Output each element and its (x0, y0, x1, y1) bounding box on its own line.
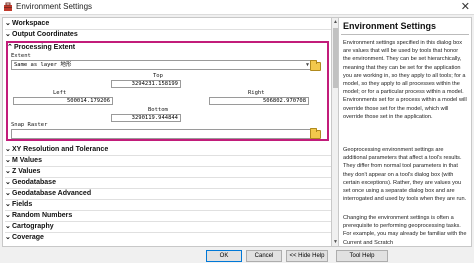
section-label: Workspace (12, 20, 50, 27)
settings-pane[interactable]: ⌄Workspace ⌄Output Coordinates ⌃Processi… (2, 17, 332, 247)
ok-button[interactable]: OK (206, 250, 242, 262)
right-input[interactable]: 506802.970708 (209, 97, 309, 105)
extent-value: Same as layer 地形 (14, 62, 72, 68)
left-input[interactable]: 500014.179206 (13, 97, 113, 105)
section-coverage[interactable]: ⌄Coverage (5, 233, 44, 243)
divider (5, 232, 331, 233)
section-workspace[interactable]: ⌄Workspace (5, 19, 49, 29)
hide-help-button[interactable]: << Hide Help (286, 250, 328, 262)
divider (341, 34, 469, 35)
help-title: Environment Settings (343, 21, 437, 31)
chevron-down-icon: ⌄ (5, 201, 11, 208)
section-label: Cartography (12, 223, 54, 230)
extent-dropdown[interactable]: Same as layer 地形 ▼ (11, 60, 311, 70)
chevron-down-icon: ⌄ (5, 31, 11, 38)
section-label: Z Values (12, 168, 41, 175)
snap-raster-label: Snap Raster (11, 122, 48, 128)
chevron-down-icon: ⌄ (5, 168, 11, 175)
chevron-down-icon: ⌄ (5, 190, 11, 197)
section-label: Random Numbers (12, 212, 73, 219)
top-input[interactable]: 3294231.158199 (111, 80, 181, 88)
divider (5, 155, 331, 156)
chevron-down-icon: ⌄ (5, 146, 11, 153)
section-label: XY Resolution and Tolerance (12, 146, 109, 153)
section-geodatabase[interactable]: ⌄Geodatabase (5, 178, 56, 188)
help-paragraph: Geoprocessing environment settings are a… (343, 147, 467, 203)
chevron-down-icon: ⌄ (5, 223, 11, 230)
chevron-up-icon: ⌃ (7, 44, 13, 51)
section-processing-extent[interactable]: ⌃Processing Extent (7, 43, 75, 53)
divider (5, 166, 331, 167)
toolbox-icon (4, 2, 12, 11)
section-label: Processing Extent (14, 44, 76, 51)
section-m-values[interactable]: ⌄M Values (5, 156, 42, 166)
left-label: Left (53, 90, 67, 96)
top-label: Top (153, 73, 163, 79)
section-cartography[interactable]: ⌄Cartography (5, 222, 54, 232)
chevron-down-icon: ⌄ (5, 212, 11, 219)
snap-raster-dropdown[interactable] (11, 129, 311, 139)
right-label: Right (248, 90, 265, 96)
section-label: Coverage (12, 234, 44, 241)
section-label: M Values (12, 157, 42, 164)
section-label: Fields (12, 201, 33, 208)
button-bar: OK Cancel << Hide Help Tool Help (0, 249, 474, 263)
help-paragraph: Environment settings specified in this d… (343, 40, 467, 120)
section-fields[interactable]: ⌄Fields (5, 200, 32, 210)
folder-open-icon[interactable] (310, 128, 321, 139)
section-label: Geodatabase (12, 179, 56, 186)
help-pane: Environment Settings Environment setting… (338, 17, 472, 247)
section-label: Geodatabase Advanced (12, 190, 92, 197)
chevron-down-icon: ⌄ (5, 179, 11, 186)
window-title: Environment Settings (16, 2, 93, 11)
divider (5, 199, 331, 200)
section-output-coordinates[interactable]: ⌄Output Coordinates (5, 30, 78, 40)
chevron-down-icon: ⌄ (5, 20, 11, 27)
dropdown-arrow-icon: ▼ (305, 62, 309, 68)
chevron-down-icon: ⌄ (5, 234, 11, 241)
bottom-label: Bottom (148, 107, 168, 113)
extent-label: Extent (11, 53, 31, 59)
title-bar: Environment Settings ✕ (0, 0, 474, 15)
chevron-down-icon: ⌄ (5, 157, 11, 164)
bottom-input[interactable]: 3290119.944844 (111, 114, 181, 122)
section-z-values[interactable]: ⌄Z Values (5, 167, 40, 177)
tool-help-button[interactable]: Tool Help (336, 250, 388, 262)
folder-open-icon[interactable] (310, 60, 321, 71)
cancel-button[interactable]: Cancel (246, 250, 282, 262)
section-geodatabase-advanced[interactable]: ⌄Geodatabase Advanced (5, 189, 91, 199)
divider (5, 221, 331, 222)
section-label: Output Coordinates (12, 31, 78, 38)
close-button[interactable]: ✕ (461, 0, 470, 14)
section-random-numbers[interactable]: ⌄Random Numbers (5, 211, 72, 221)
help-paragraph: Changing the environment settings is oft… (343, 215, 467, 246)
section-xy-resolution[interactable]: ⌄XY Resolution and Tolerance (5, 145, 108, 155)
